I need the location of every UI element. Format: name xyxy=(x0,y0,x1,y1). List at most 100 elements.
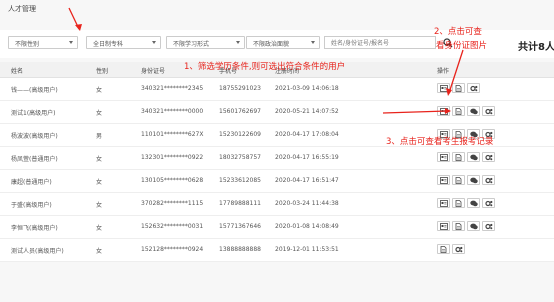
cell-gender: 男 xyxy=(96,133,103,140)
document-icon xyxy=(455,108,462,115)
settings-button[interactable] xyxy=(467,83,480,93)
cell-name: 杨凤萱(普通用户) xyxy=(11,156,58,163)
cell-name: 于盛(高级用户) xyxy=(11,202,52,209)
message-button[interactable] xyxy=(467,106,480,116)
header-gender: 性别 xyxy=(96,68,109,75)
id-card-icon xyxy=(440,85,448,92)
cell-name: 测试人员(高级用户) xyxy=(11,248,64,255)
settings-button[interactable] xyxy=(482,106,495,116)
cell-time: 2021-03-09 14:06:18 xyxy=(275,85,339,92)
annotation-2-line2: 看身份证图片 xyxy=(436,41,488,51)
document-icon xyxy=(455,85,462,92)
cell-name: 测试1(高级用户) xyxy=(11,110,56,117)
view-id-card-button[interactable] xyxy=(437,152,450,162)
view-record-button[interactable] xyxy=(452,152,465,162)
gear-icon xyxy=(455,246,463,253)
cell-time: 2020-01-08 14:08:49 xyxy=(275,223,339,230)
row-actions xyxy=(437,83,482,95)
cell-id: 130105********0628 xyxy=(141,177,204,184)
cell-time: 2020-04-17 17:08:04 xyxy=(275,131,339,138)
political-select-value: 不限政治面貌 xyxy=(253,41,290,48)
message-button[interactable] xyxy=(467,175,480,185)
cell-phone: 15230122609 xyxy=(219,131,261,138)
row-actions xyxy=(437,244,467,256)
view-id-card-button[interactable] xyxy=(437,106,450,116)
education-select[interactable]: 全日制专科 xyxy=(86,36,161,49)
view-id-card-button[interactable] xyxy=(437,83,450,93)
cell-time: 2020-04-17 16:55:19 xyxy=(275,154,339,161)
gender-select[interactable]: 不限性别 xyxy=(8,36,78,49)
gender-select-value: 不限性别 xyxy=(15,41,40,48)
row-actions xyxy=(437,152,497,164)
view-id-card-button[interactable] xyxy=(437,175,450,185)
cell-gender: 女 xyxy=(96,87,103,94)
cell-name: 康超(普通用户) xyxy=(11,179,52,186)
view-record-button[interactable] xyxy=(452,221,465,231)
chat-icon xyxy=(470,108,478,115)
row-actions xyxy=(437,175,497,187)
settings-button[interactable] xyxy=(452,244,465,254)
document-icon xyxy=(440,246,447,253)
cell-gender: 女 xyxy=(96,248,103,255)
id-card-icon xyxy=(440,200,448,207)
chat-icon xyxy=(470,177,478,184)
study-mode-select[interactable]: 不限学习形式 xyxy=(166,36,245,49)
search-input[interactable] xyxy=(324,36,436,49)
message-button[interactable] xyxy=(467,198,480,208)
study-mode-select-value: 不限学习形式 xyxy=(173,41,210,48)
gear-icon xyxy=(485,177,493,184)
settings-button[interactable] xyxy=(482,221,495,231)
settings-button[interactable] xyxy=(482,198,495,208)
message-button[interactable] xyxy=(467,152,480,162)
cell-time: 2020-05-21 14:07:52 xyxy=(275,108,339,115)
breadcrumb: 人才管理 xyxy=(8,5,36,13)
chat-icon xyxy=(470,154,478,161)
cell-gender: 女 xyxy=(96,202,103,209)
row-actions xyxy=(437,221,497,233)
row-actions xyxy=(437,198,497,210)
gear-icon xyxy=(485,108,493,115)
view-record-button[interactable] xyxy=(452,198,465,208)
cell-phone: 15771367646 xyxy=(219,223,261,230)
view-record-button[interactable] xyxy=(452,175,465,185)
cell-phone: 13888888888 xyxy=(219,246,261,253)
table-row: 于盛(高级用户) 女 370282********1115 17789888111 20… xyxy=(0,193,554,216)
view-record-button[interactable] xyxy=(452,106,465,116)
chevron-down-icon xyxy=(152,41,156,44)
settings-button[interactable] xyxy=(482,175,495,185)
cell-id: 340321********2345 xyxy=(141,85,204,92)
id-card-icon xyxy=(440,108,448,115)
table-row: 测试1(高级用户) 女 340321********0000 15601762697 2… xyxy=(0,101,554,124)
total-count: 共计8人 xyxy=(518,42,554,53)
id-card-icon xyxy=(440,223,448,230)
header-name: 姓名 xyxy=(11,68,24,75)
cell-time: 2020-04-17 16:51:47 xyxy=(275,177,339,184)
document-icon xyxy=(455,177,462,184)
cell-id: 132301********0922 xyxy=(141,154,204,161)
id-card-icon xyxy=(440,177,448,184)
view-id-card-button[interactable] xyxy=(437,198,450,208)
document-icon xyxy=(455,200,462,207)
cell-gender: 女 xyxy=(96,225,103,232)
chat-icon xyxy=(470,223,478,230)
political-select[interactable]: 不限政治面貌 xyxy=(246,36,320,49)
cell-gender: 女 xyxy=(96,110,103,117)
annotation-2-line1: 2、点击可查 xyxy=(434,27,482,37)
annotation-3: 3、点击可查看考生报考记录 xyxy=(386,137,494,147)
settings-button[interactable] xyxy=(482,152,495,162)
gear-icon xyxy=(485,200,493,207)
table-row: 李恒飞(高级用户) 女 152632********0031 15771367646 2… xyxy=(0,216,554,239)
cell-gender: 女 xyxy=(96,156,103,163)
view-record-button[interactable] xyxy=(452,83,465,93)
cell-phone: 15233612085 xyxy=(219,177,261,184)
cell-name: 钱——(高级用户) xyxy=(11,87,58,94)
cell-id: 152128********0924 xyxy=(141,246,204,253)
message-button[interactable] xyxy=(467,221,480,231)
view-record-button[interactable] xyxy=(437,244,450,254)
view-id-card-button[interactable] xyxy=(437,221,450,231)
chat-icon xyxy=(470,200,478,207)
cell-time: 2019-12-01 11:53:51 xyxy=(275,246,339,253)
cell-id: 110101********627X xyxy=(141,131,204,138)
cell-name: 李恒飞(高级用户) xyxy=(11,225,58,232)
cell-gender: 女 xyxy=(96,179,103,186)
